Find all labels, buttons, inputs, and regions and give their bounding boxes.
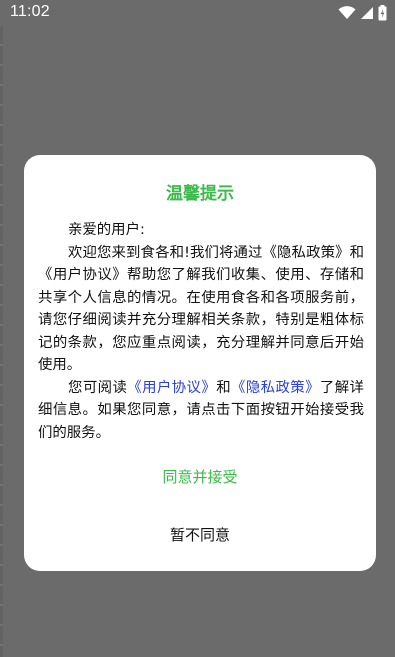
privacy-dialog: 温馨提示 亲爱的用户: 欢迎您来到食各和!我们将通过《隐私政策》和《用户协议》帮… xyxy=(24,155,376,571)
decline-button[interactable]: 暂不同意 xyxy=(24,524,376,545)
user-agreement-link[interactable]: 《用户协议》 xyxy=(127,380,216,396)
wifi-icon xyxy=(338,6,356,19)
greeting-text: 亲爱的用户: xyxy=(68,222,145,238)
links-paragraph: 您可阅读《用户协议》和《隐私政策》了解详细信息。如果您同意，请点击下面按钮开始接… xyxy=(38,377,364,445)
status-icons xyxy=(338,4,387,22)
dialog-title: 温馨提示 xyxy=(166,184,234,204)
para2-prefix: 您可阅读 xyxy=(68,379,128,396)
dialog-body: 亲爱的用户: 欢迎您来到食各和!我们将通过《隐私政策》和《用户协议》帮助您了解我… xyxy=(38,219,364,444)
battery-icon xyxy=(378,5,387,21)
para2-and: 和 xyxy=(216,379,232,396)
intro-paragraph: 欢迎您来到食各和!我们将通过《隐私政策》和《用户协议》帮助您了解我们收集、使用、… xyxy=(38,244,364,374)
background-edge xyxy=(0,26,3,657)
status-bar: 11:02 xyxy=(0,0,395,26)
signal-icon xyxy=(361,7,373,19)
privacy-policy-link[interactable]: 《隐私政策》 xyxy=(231,380,320,396)
status-time: 11:02 xyxy=(10,3,50,20)
accept-button[interactable]: 同意并接受 xyxy=(24,466,376,487)
